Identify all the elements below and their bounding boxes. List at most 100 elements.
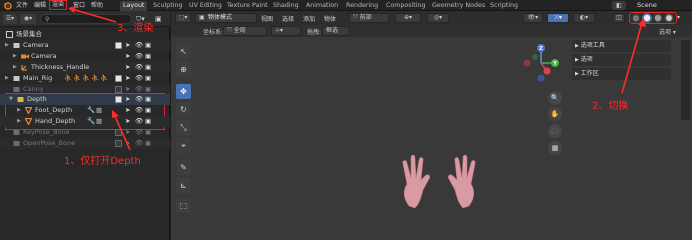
menu-view[interactable]: 视图 — [261, 14, 273, 23]
camera-render-icon[interactable]: ▣ — [145, 51, 151, 62]
tab-compositing[interactable]: Compositing — [386, 1, 425, 11]
pan-hand-icon[interactable]: ✋ — [548, 107, 562, 121]
camera-render-icon[interactable]: ▣ — [145, 73, 151, 84]
outliner-row[interactable]: ▶ Main_Rig ⛹ ⛹ ⛹ ⛹ ⛹ ➤ 👁 ▣ — [0, 73, 170, 84]
tab-uv-editing[interactable]: UV Editing — [189, 1, 222, 11]
camera-render-icon[interactable]: ▣ — [145, 138, 151, 149]
eye-icon[interactable]: 👁 — [135, 62, 143, 73]
outliner-row[interactable]: ▶ Hand_Depth 🔧 ▩ ➤ 👁 ▣ — [0, 116, 170, 127]
scale-tool-icon[interactable]: ⤡ — [176, 120, 191, 135]
collection-icon — [13, 42, 20, 49]
eye-icon[interactable]: 👁 — [135, 94, 143, 105]
tab-shading[interactable]: Shading — [273, 1, 299, 11]
menu-render[interactable]: 渲染 — [49, 0, 68, 10]
zoom-icon[interactable]: 🔍 — [548, 91, 562, 105]
select-arrow-icon[interactable]: ➤ — [125, 62, 130, 73]
camera-render-icon[interactable]: ▣ — [145, 116, 151, 127]
camera-render-icon[interactable]: ▣ — [145, 127, 151, 138]
collection-icon — [13, 140, 20, 147]
panel-expand-icon: ▶ — [575, 57, 579, 63]
tab-texture-paint[interactable]: Texture Paint — [227, 1, 268, 11]
select-tool-icon[interactable]: ↖ — [176, 44, 191, 59]
tab-layout[interactable]: Layout — [120, 1, 148, 11]
blender-logo-icon[interactable] — [3, 1, 12, 10]
overlay-toggle[interactable]: ◐▾ — [573, 13, 595, 23]
collapse-triangle-icon[interactable]: ▶ — [5, 40, 9, 51]
eye-icon[interactable]: 👁 — [135, 51, 143, 62]
include-checkbox[interactable] — [115, 96, 122, 103]
outliner-row[interactable]: OpenPose_Bone ➤ 👁 ▣ — [0, 138, 170, 149]
menu-add[interactable]: 添加 — [303, 14, 315, 23]
scene-name[interactable]: Scene — [637, 1, 657, 10]
proportional-editing[interactable]: ◎▾ — [427, 13, 449, 23]
viewport-tool-header: 坐标系: ⤧ 全局 ⊹▾ 拖拽: 框选 选项 ▾ — [171, 25, 692, 37]
object-mode-icon: ▣ — [199, 14, 205, 21]
menu-select[interactable]: 选择 — [282, 14, 294, 23]
tab-geometry-nodes[interactable]: Geometry Nodes — [432, 1, 485, 11]
select-arrow-icon[interactable]: ➤ — [125, 73, 130, 84]
cursor-tool-icon[interactable]: ⊕ — [176, 62, 191, 77]
modifier-wrench-icon: 🔧 — [87, 117, 96, 125]
coord-system-dropdown[interactable]: ⤧ 全局 — [223, 26, 267, 36]
outliner-row[interactable]: ▶ Foot_Depth 🔧 ▩ ➤ 👁 ▣ — [0, 105, 170, 116]
select-arrow-icon[interactable]: ➤ — [125, 51, 130, 62]
tab-animation[interactable]: Animation — [306, 1, 338, 11]
tab-rendering[interactable]: Rendering — [346, 1, 378, 11]
collapse-triangle-icon[interactable]: ▶ — [13, 51, 17, 62]
outliner-row[interactable]: ▶ Thickness_Handle ➤ 👁 ▣ — [0, 62, 170, 73]
pivot-dropdown[interactable]: ⊹▾ — [271, 26, 301, 36]
add-cube-tool-icon[interactable]: ⬚ — [176, 198, 191, 213]
include-checkbox[interactable] — [115, 86, 122, 93]
camera-render-icon[interactable]: ▣ — [145, 62, 151, 73]
options-dropdown[interactable]: 选项 ▾ — [659, 27, 676, 36]
outliner-row[interactable]: ▶ Camera ➤ 👁 ▣ — [0, 51, 170, 62]
scene-selector-icon[interactable]: ◧ — [612, 1, 626, 10]
display-mode-icon[interactable]: ◉▾ — [20, 14, 36, 24]
include-checkbox[interactable] — [115, 42, 122, 49]
perspective-grid-icon[interactable]: ▦ — [548, 141, 562, 155]
collection-icon — [13, 86, 20, 93]
collapse-triangle-icon[interactable]: ▶ — [17, 105, 21, 116]
outliner-row[interactable]: ▶ Camera ➤ 👁 ▣ — [0, 40, 170, 51]
menu-object[interactable]: 物体 — [324, 14, 336, 23]
tab-sculpting[interactable]: Sculpting — [153, 1, 182, 11]
select-arrow-icon[interactable]: ➤ — [125, 94, 130, 105]
collapse-triangle-icon[interactable]: ▶ — [13, 62, 17, 73]
collapse-triangle-icon[interactable]: ▶ — [17, 116, 21, 127]
drag-dropdown[interactable]: 框选 — [322, 26, 350, 36]
eye-icon[interactable]: 👁 — [135, 73, 143, 84]
expand-triangle-icon[interactable]: ▼ — [9, 94, 13, 105]
visibility-toggle[interactable]: 👁▾ — [523, 13, 543, 23]
3d-viewport[interactable]: ⬚▾ ▣ 物体模式 视图 选择 添加 物体 ⤧ 前部 ⊕▾ ◎▾ 👁▾ ⤫▾ ◐… — [171, 11, 692, 240]
armature-icon: ⛹ — [73, 74, 82, 82]
camera-render-icon[interactable]: ▣ — [145, 105, 151, 116]
tab-scripting[interactable]: Scripting — [490, 1, 518, 11]
camera-render-icon[interactable]: ▣ — [145, 94, 151, 105]
annotate-tool-icon[interactable]: ✎ — [176, 160, 191, 175]
move-tool-icon[interactable]: ✥ — [176, 84, 191, 99]
include-checkbox[interactable] — [115, 75, 122, 82]
eye-icon[interactable]: 👁 — [135, 40, 143, 51]
camera-render-icon[interactable]: ▣ — [145, 40, 151, 51]
gizmo-toggle[interactable]: ⤫▾ — [547, 13, 569, 23]
sidebar-tabs[interactable] — [681, 40, 690, 120]
editor-type-icon[interactable]: ⬚▾ — [175, 13, 191, 23]
camera-view-icon[interactable]: 🎥 — [548, 124, 562, 138]
collapse-triangle-icon[interactable]: ▶ — [5, 73, 9, 84]
outliner-row[interactable]: ▼ Depth ➤ 👁 ▣ — [0, 94, 170, 105]
shading-options-icon[interactable]: ▾ — [677, 13, 680, 23]
transform-tool-icon[interactable]: ⌖ — [176, 138, 191, 153]
menu-file[interactable]: 文件 — [14, 1, 30, 10]
select-arrow-icon[interactable]: ➤ — [125, 40, 130, 51]
orientation-dropdown[interactable]: ⤧ 前部 — [349, 13, 389, 23]
rotate-tool-icon[interactable]: ↻ — [176, 102, 191, 117]
modifier-wrench-icon: 🔧 — [87, 106, 96, 114]
outliner-row[interactable]: KeyPose_Bone ➤ 👁 ▣ — [0, 127, 170, 138]
object-mode-dropdown[interactable]: ▣ 物体模式 — [195, 13, 257, 23]
snap-toggle[interactable]: ⊕▾ — [395, 13, 421, 23]
editor-type-icon[interactable]: ☰▾ — [3, 14, 17, 24]
measure-tool-icon[interactable]: ⊾ — [176, 178, 191, 193]
new-collection-icon[interactable]: ▣ — [155, 14, 162, 24]
navigation-gizmo[interactable]: Z Y — [517, 41, 567, 89]
menu-edit[interactable]: 编辑 — [32, 1, 48, 10]
